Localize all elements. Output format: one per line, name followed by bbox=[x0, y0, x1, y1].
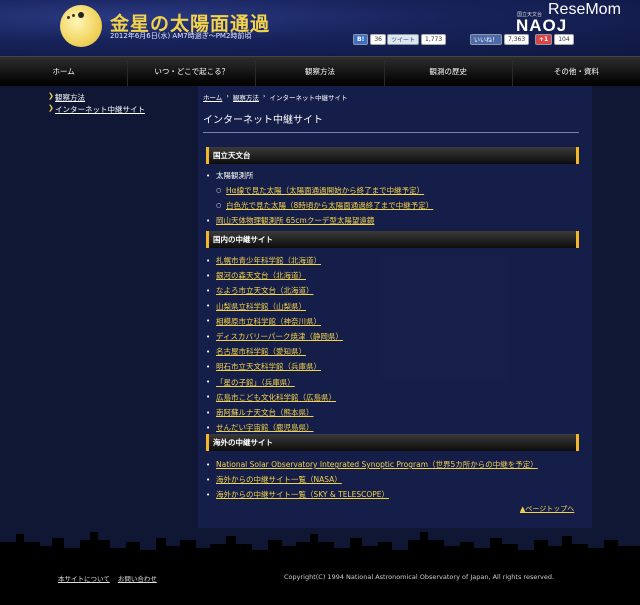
list-item: • 名古屋市科学館（愛知県） bbox=[206, 346, 306, 357]
list-item: • 札幌市青少年科学館（北海道） bbox=[206, 255, 321, 266]
list-item: ○ Hα線で見た太陽（太陽面通過開始から終了まで中継予定） bbox=[206, 185, 424, 196]
list-item: • 広島市こども文化科学館（広島県） bbox=[206, 392, 336, 403]
list-item: • 明石市立天文科学館（兵庫県） bbox=[206, 361, 321, 372]
domestic-site-link-10[interactable]: 広島市こども文化科学館（広島県） bbox=[216, 392, 336, 403]
bullet-icon: • bbox=[206, 286, 211, 295]
site-header: 金星の太陽面通過 2012年6月6日(水) AM7時過ぎ〜PM2時前頃 B! 3… bbox=[0, 0, 640, 56]
bullet-icon: • bbox=[206, 332, 211, 341]
circle-bullet-icon: ○ bbox=[216, 187, 222, 194]
tweet-count: 1,773 bbox=[421, 34, 447, 45]
list-item: • 相模原市立科学館（神奈川県） bbox=[206, 316, 321, 327]
list-item: ○ 白色光で見た太陽（8時頃から太陽面通過終了まで中継予定） bbox=[206, 200, 433, 211]
list-item: • ディスカバリーパーク焼津（静岡県） bbox=[206, 331, 343, 342]
venus-trail-icon bbox=[72, 14, 75, 17]
breadcrumb-current: インターネット中継サイト bbox=[269, 94, 348, 102]
bullet-icon: • bbox=[206, 171, 211, 180]
bullet-icon: • bbox=[206, 362, 211, 371]
overseas-site-link-3[interactable]: 海外からの中継サイト一覧（SKY & TELESCOPE） bbox=[216, 489, 389, 500]
main-content: ホーム › 観察方法 › インターネット中継サイト インターネット中継サイト 国… bbox=[198, 86, 592, 528]
domestic-site-link-8[interactable]: 明石市立天文科学館（兵庫県） bbox=[216, 361, 321, 372]
footer-link-contact[interactable]: お問い合わせ bbox=[118, 573, 157, 583]
breadcrumb: ホーム › 観察方法 › インターネット中継サイト bbox=[203, 92, 348, 102]
list-item: • 山梨県立科学館（山梨県） bbox=[206, 301, 306, 312]
link-halpha-sun[interactable]: Hα線で見た太陽（太陽面通過開始から終了まで中継予定） bbox=[226, 185, 424, 196]
global-nav: ホーム いつ・どこで起こる？ 観察方法 観測の歴史 その他・資料 bbox=[0, 56, 640, 86]
list-item: • 太陽観測所 bbox=[206, 170, 254, 181]
page-top-link[interactable]: ▲ページトップへ bbox=[520, 504, 574, 514]
venus-icon bbox=[78, 12, 84, 18]
bullet-icon: • bbox=[206, 408, 211, 417]
domestic-site-link-7[interactable]: 名古屋市科学館（愛知県） bbox=[216, 346, 306, 357]
hatena-count: 36 bbox=[370, 34, 386, 45]
section-heading-naoj: 国立天文台 bbox=[206, 147, 579, 164]
breadcrumb-separator: › bbox=[226, 92, 229, 100]
list-item: • 海外からの中継サイト一覧（SKY & TELESCOPE） bbox=[206, 489, 389, 500]
bullet-icon: • bbox=[206, 347, 211, 356]
breadcrumb-home[interactable]: ホーム bbox=[203, 92, 222, 102]
bullet-icon: • bbox=[206, 423, 211, 432]
site-footer: 本サイトについて お問い合わせ Copyright(C) 1994 Nation… bbox=[0, 568, 640, 605]
nav-when-where[interactable]: いつ・どこで起こる？ bbox=[128, 57, 257, 86]
domestic-site-link-5[interactable]: 相模原市立科学館（神奈川県） bbox=[216, 316, 321, 327]
bullet-icon: • bbox=[206, 302, 211, 311]
list-item: • なよろ市立天文台（北海道） bbox=[206, 285, 314, 296]
bullet-icon: • bbox=[206, 378, 211, 387]
event-date: 2012年6月6日(水) AM7時過ぎ〜PM2時前頃 bbox=[110, 32, 252, 40]
naoj-logo[interactable]: NAOJ bbox=[516, 16, 567, 36]
list-item: • 海外からの中継サイト一覧（NASA） bbox=[206, 474, 342, 485]
resemom-watermark: ReseMom bbox=[548, 1, 621, 18]
bullet-icon: • bbox=[206, 216, 211, 225]
bullet-icon: • bbox=[206, 317, 211, 326]
overseas-site-link-1[interactable]: National Solar Observatory Integrated Sy… bbox=[216, 459, 538, 470]
sidebar: 観察方法 インターネット中継サイト bbox=[48, 92, 178, 116]
tweet-label: ツイート bbox=[387, 34, 420, 45]
copyright: Copyright(C) 1994 National Astronomical … bbox=[284, 573, 555, 581]
section-heading-domestic: 国内の中継サイト bbox=[206, 231, 579, 248]
breadcrumb-method[interactable]: 観察方法 bbox=[233, 92, 259, 102]
bullet-icon: • bbox=[206, 490, 211, 499]
nav-home[interactable]: ホーム bbox=[0, 57, 129, 86]
nav-observation-method[interactable]: 観察方法 bbox=[256, 57, 385, 86]
city-skyline-illustration bbox=[0, 532, 640, 568]
footer-link-about[interactable]: 本サイトについて bbox=[58, 573, 110, 583]
nav-other[interactable]: その他・資料 bbox=[513, 57, 640, 86]
hatena-icon: B! bbox=[353, 34, 369, 45]
sidebar-item-internet-sites[interactable]: インターネット中継サイト bbox=[48, 104, 178, 116]
nav-history[interactable]: 観測の歴史 bbox=[385, 57, 513, 86]
domestic-site-link-2[interactable]: 銀河の森天文台（北海道） bbox=[216, 270, 306, 281]
list-item: • 南阿蘇ルナ天文台（熊本県） bbox=[206, 407, 314, 418]
breadcrumb-separator: › bbox=[262, 92, 266, 100]
overseas-site-link-2[interactable]: 海外からの中継サイト一覧（NASA） bbox=[216, 474, 342, 485]
list-item: • 銀河の森天文台（北海道） bbox=[206, 270, 306, 281]
domestic-site-link-6[interactable]: ディスカバリーパーク焼津（静岡県） bbox=[216, 331, 343, 342]
page-title: インターネット中継サイト bbox=[203, 115, 323, 126]
bullet-icon: • bbox=[206, 256, 211, 265]
list-item: • 岡山天体物理観測所 65cmクーデ型太陽望遠鏡 bbox=[206, 215, 374, 226]
tweet-button[interactable]: ツイート 1,773 bbox=[387, 34, 447, 45]
circle-bullet-icon: ○ bbox=[216, 202, 222, 209]
domestic-site-link-4[interactable]: 山梨県立科学館（山梨県） bbox=[216, 301, 306, 312]
group-label: 太陽観測所 bbox=[216, 171, 254, 180]
domestic-site-link-11[interactable]: 南阿蘇ルナ天文台（熊本県） bbox=[216, 407, 314, 418]
bullet-icon: • bbox=[206, 475, 211, 484]
like-label: いいね！ bbox=[470, 34, 503, 45]
domestic-site-link-1[interactable]: 札幌市青少年科学館（北海道） bbox=[216, 255, 321, 266]
domestic-site-link-3[interactable]: なよろ市立天文台（北海道） bbox=[216, 285, 314, 296]
link-white-light-sun[interactable]: 白色光で見た太陽（8時頃から太陽面通過終了まで中継予定） bbox=[226, 200, 433, 211]
footer-links: 本サイトについて お問い合わせ bbox=[58, 573, 157, 583]
bullet-icon: • bbox=[206, 393, 211, 402]
list-item: • せんだい宇宙館（鹿児島県） bbox=[206, 422, 314, 433]
title-divider bbox=[203, 132, 579, 133]
link-okayama-telescope[interactable]: 岡山天体物理観測所 65cmクーデ型太陽望遠鏡 bbox=[216, 215, 374, 226]
section-heading-overseas: 海外の中継サイト bbox=[206, 434, 579, 451]
list-item: • 「星の子館」（兵庫県） bbox=[206, 377, 295, 388]
sidebar-item-observation-method[interactable]: 観察方法 bbox=[48, 92, 178, 104]
hatena-bookmark-button[interactable]: B! 36 bbox=[353, 34, 386, 45]
domestic-site-link-9[interactable]: 「星の子館」（兵庫県） bbox=[216, 377, 295, 388]
bullet-icon: • bbox=[206, 271, 211, 280]
domestic-site-link-12[interactable]: せんだい宇宙館（鹿児島県） bbox=[216, 422, 314, 433]
bullet-icon: • bbox=[206, 460, 211, 469]
list-item: • National Solar Observatory Integrated S… bbox=[206, 459, 538, 470]
